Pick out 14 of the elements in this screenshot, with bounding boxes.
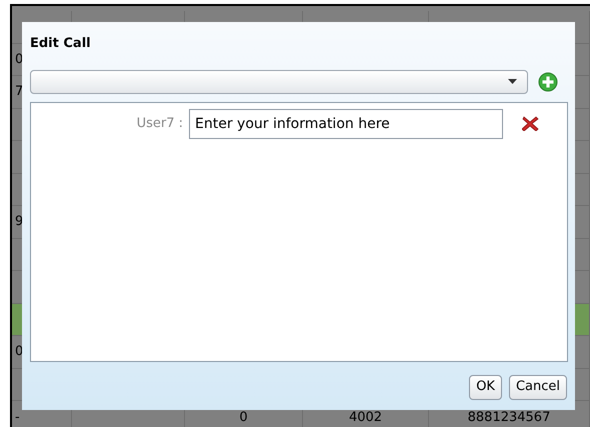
delete-icon[interactable] — [522, 116, 539, 131]
table-cell: 0 — [239, 410, 248, 425]
table-cell: 8881234567 — [468, 410, 550, 425]
table-cell: - — [15, 410, 20, 425]
dialog-title: Edit Call — [30, 35, 92, 53]
input-field[interactable]: Enter your information here — [189, 108, 503, 138]
table-cell: 4002 — [348, 410, 382, 425]
cancel-button[interactable]: Cancel — [508, 374, 567, 400]
caret-icon — [508, 79, 517, 84]
table-cell: 9 — [15, 214, 24, 230]
add-icon[interactable] — [538, 72, 558, 92]
ok-button[interactable]: OK — [469, 374, 502, 400]
field-label: User7 : — [136, 114, 184, 133]
table-cell: 7 — [15, 84, 24, 100]
